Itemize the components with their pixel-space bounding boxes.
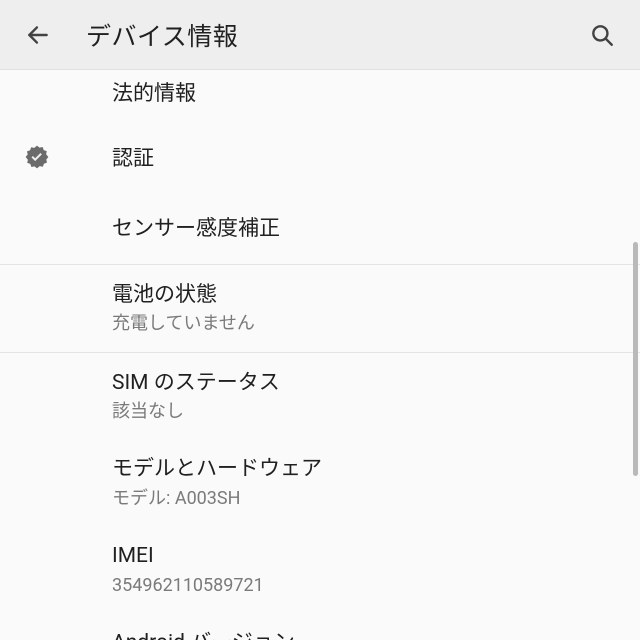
verified-icon bbox=[24, 144, 50, 174]
page-title: デバイス情報 bbox=[86, 17, 582, 53]
item-imei[interactable]: IMEI 354962110589721 bbox=[0, 526, 640, 613]
item-model-hardware[interactable]: モデルとハードウェア モデル: A003SH bbox=[0, 439, 640, 526]
item-subtitle: モデル: A003SH bbox=[112, 487, 618, 510]
item-sensor-calibration[interactable]: センサー感度補正 bbox=[0, 194, 640, 264]
settings-list: 法的情報 認証 センサー感度補正 電池の状態 充電していません SIM のステー… bbox=[0, 70, 640, 640]
item-title: 電池の状態 bbox=[112, 281, 618, 309]
item-subtitle: 充電していません bbox=[112, 312, 618, 335]
item-android-version[interactable]: Android バージョン 11 bbox=[0, 613, 640, 640]
appbar: デバイス情報 bbox=[0, 0, 640, 70]
item-title: センサー感度補正 bbox=[112, 215, 618, 243]
item-title: モデルとハードウェア bbox=[112, 455, 618, 483]
item-title: SIM のステータス bbox=[112, 369, 618, 397]
item-subtitle: 354962110589721 bbox=[112, 574, 618, 597]
item-certification[interactable]: 認証 bbox=[0, 124, 640, 194]
item-legal-info[interactable]: 法的情報 bbox=[0, 70, 640, 124]
item-title: Android バージョン bbox=[112, 629, 618, 640]
search-icon bbox=[589, 22, 615, 48]
back-button[interactable] bbox=[18, 15, 58, 55]
scrollbar-thumb[interactable] bbox=[633, 242, 638, 476]
arrow-back-icon bbox=[25, 22, 51, 48]
item-battery-status[interactable]: 電池の状態 充電していません bbox=[0, 265, 640, 352]
item-title: IMEI bbox=[112, 542, 618, 570]
search-button[interactable] bbox=[582, 15, 622, 55]
item-title: 法的情報 bbox=[112, 80, 618, 108]
item-sim-status[interactable]: SIM のステータス 該当なし bbox=[0, 353, 640, 440]
item-title: 認証 bbox=[112, 145, 618, 173]
item-subtitle: 該当なし bbox=[112, 400, 618, 423]
